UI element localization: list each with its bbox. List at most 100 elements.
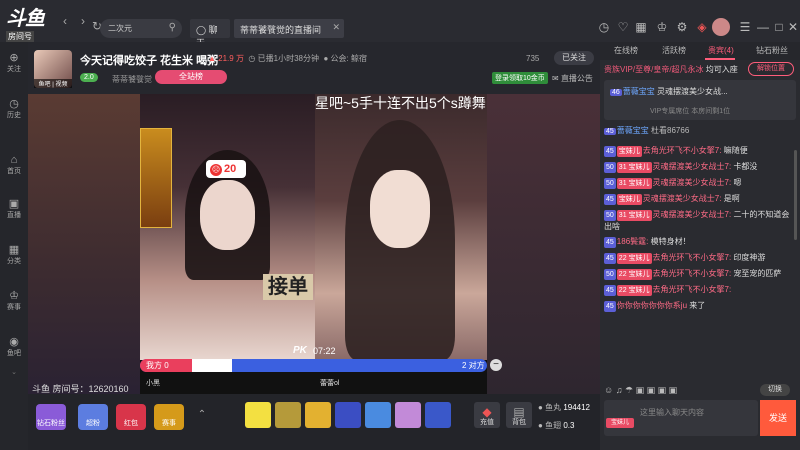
gift-item[interactable] bbox=[245, 402, 271, 428]
chat-scrollbar[interactable] bbox=[794, 150, 797, 240]
close-tab-icon[interactable]: ✕ bbox=[332, 22, 340, 33]
chat-user-name[interactable]: 灵魂摆渡美少女战士7: bbox=[653, 178, 732, 187]
chat-user-name[interactable]: 你你你你你你你系ju bbox=[617, 301, 687, 310]
fan-tag[interactable]: 宝妹儿 bbox=[606, 418, 634, 428]
chat-message[interactable]: 45 你你你你你你你系ju 来了 bbox=[604, 298, 796, 314]
chat-user-name[interactable]: 去角光环飞不小女擎7: bbox=[653, 253, 732, 262]
fish-fin-value: 0.3 bbox=[563, 421, 575, 430]
sidebar-item-history[interactable]: ◷ 历史 bbox=[0, 98, 28, 120]
tab-diamond-fans[interactable]: 钻石粉丝 bbox=[756, 45, 788, 56]
tab-live-room[interactable]: 蒂蒂饕餮觉的直播间 ✕ bbox=[234, 19, 344, 38]
chat-message[interactable]: 45 宝妹儿 去角光环飞不小女擎7: 嘛随便 bbox=[604, 143, 796, 159]
speaker-icon[interactable]: ♫ bbox=[616, 385, 623, 395]
pinned-user[interactable]: 45 蔷薇宝宝 杜看86766 bbox=[604, 125, 689, 136]
tab-active-rank[interactable]: 活跃榜 bbox=[662, 45, 686, 56]
sidebar-label: 赛事 bbox=[7, 304, 21, 311]
chat-message[interactable]: 45 22 宝妹儿 去角光环飞不小女擎7: 印度神游 bbox=[604, 250, 796, 266]
clock-icon[interactable]: ◷ bbox=[597, 20, 611, 34]
tab-online-rank[interactable]: 在线榜 bbox=[614, 45, 638, 56]
douyu-logo[interactable]: 斗鱼 房间号 10519486 bbox=[6, 2, 50, 52]
chat-user-name[interactable]: 186鬓霆: bbox=[617, 237, 649, 246]
menu-icon[interactable]: ☰ bbox=[738, 20, 752, 34]
tab-room-label: 蒂蒂饕餮觉的直播间 bbox=[240, 25, 322, 35]
pk-minimize-button[interactable]: − bbox=[490, 359, 502, 371]
frame-icon[interactable]: ▣ bbox=[669, 385, 678, 395]
all-site-rank-button[interactable]: 全站榜 bbox=[155, 70, 227, 84]
forward-icon[interactable]: › bbox=[76, 14, 90, 28]
heart-icon[interactable]: ♡ bbox=[616, 20, 630, 34]
badge-icon[interactable]: ▣ bbox=[647, 385, 656, 395]
red-packet-label: 红包 bbox=[124, 420, 138, 427]
sidebar-item-events[interactable]: ♔ 赛事 bbox=[0, 290, 28, 312]
calendar-icon[interactable]: ▦ bbox=[634, 20, 648, 34]
close-window-icon[interactable]: ✕ bbox=[786, 20, 800, 34]
chat-user-name[interactable]: 灵魂摆渡美少女战士7: bbox=[653, 162, 732, 171]
chat-message[interactable]: 45 186鬓霆: 模特身材！ bbox=[604, 234, 796, 250]
level-badge: 45 bbox=[604, 301, 616, 312]
user-note: 杜看86766 bbox=[651, 126, 690, 135]
maximize-icon[interactable]: □ bbox=[772, 20, 786, 34]
chat-message[interactable]: 50 31 宝妹儿 灵魂摆渡美少女战士7: 二十的不知道会出啥 bbox=[604, 207, 796, 234]
gift-item[interactable] bbox=[305, 402, 331, 428]
gift-item[interactable] bbox=[395, 402, 421, 428]
gift-item[interactable] bbox=[335, 402, 361, 428]
follow-button[interactable]: 已关注 bbox=[554, 51, 594, 65]
chat-message[interactable]: 50 31 宝妹儿 灵魂摆渡美少女战士7: 嗯 bbox=[604, 175, 796, 191]
flame-icon: ▲ bbox=[208, 54, 216, 63]
sidebar-item-home[interactable]: ⌂ 首页 bbox=[0, 154, 28, 176]
stamp-icon[interactable]: ▣ bbox=[636, 385, 645, 395]
chevron-up-icon[interactable]: ⌃ bbox=[197, 402, 207, 428]
chat-message[interactable]: 45 宝妹儿 灵魂摆渡美少女战士7: 是啊 bbox=[604, 191, 796, 207]
chat-text: 卡都没 bbox=[733, 162, 758, 171]
switch-toggle[interactable]: 切换 bbox=[760, 384, 790, 396]
tab-chat[interactable]: ◯ 聊天 bbox=[190, 19, 230, 48]
emoji-icon[interactable]: ☺ bbox=[604, 385, 613, 395]
chat-user-name[interactable]: 灵魂摆渡美少女战士7: bbox=[653, 210, 732, 219]
clock-icon: ◷ bbox=[9, 98, 19, 110]
chat-message[interactable]: 45 22 宝妹儿 去角光环飞不小女擎7: bbox=[604, 282, 796, 298]
sidebar-label: 分类 bbox=[7, 258, 21, 265]
avatar-caption[interactable]: 鱼吧 | 视频 bbox=[34, 79, 72, 88]
vip-seat-entry[interactable]: 46 蔷薇宝宝 灵魂摆渡美少女战... bbox=[610, 86, 728, 97]
search-input[interactable]: 二次元 ⚲ bbox=[100, 19, 182, 38]
streamer-right-face bbox=[370, 170, 430, 248]
sad-face-icon: ☹ bbox=[210, 164, 222, 176]
vip-seat-remaining: VIP专属席位 本房间剩1位 bbox=[650, 108, 731, 115]
chat-user-name[interactable]: 去角光环飞不小女擎7: bbox=[653, 269, 732, 278]
gift-item[interactable] bbox=[365, 402, 391, 428]
sidebar-item-category[interactable]: ▦ 分类 bbox=[0, 244, 28, 266]
chat-user-name[interactable]: 去角光环飞不小女擎7: bbox=[653, 285, 732, 294]
gift-item[interactable] bbox=[275, 402, 301, 428]
level-badge: 45 bbox=[604, 128, 616, 135]
pk-our-score: 我方 0 bbox=[146, 361, 169, 370]
chevron-down-icon[interactable]: ⌄ bbox=[0, 368, 28, 376]
chat-input-placeholder[interactable]: 这里输入聊天内容 bbox=[640, 407, 704, 418]
noble-seat-info: 贵族VIP/至尊/皇帝/超凡永冰 均可入座 bbox=[604, 64, 738, 75]
right-user-name: 蕾蕾ol bbox=[320, 380, 340, 387]
sidebar-item-live[interactable]: ▣ 直播 bbox=[0, 198, 28, 220]
unlock-seat-button[interactable]: 解锁位置 bbox=[748, 62, 794, 76]
noble-text: 贵族VIP/至尊/皇帝/超凡永冰 bbox=[604, 65, 704, 74]
trophy-icon[interactable]: ♔ bbox=[655, 20, 669, 34]
chat-message[interactable]: 50 22 宝妹儿 去角光环飞不小女擎7: 宠至宠的匹萨 bbox=[604, 266, 796, 282]
sidebar-item-follow[interactable]: ⊕ 关注 bbox=[0, 52, 28, 74]
announcement-link[interactable]: ✉ 直播公告 bbox=[552, 73, 593, 84]
back-icon[interactable]: ‹ bbox=[58, 14, 72, 28]
shield-icon[interactable]: ☂ bbox=[625, 385, 633, 395]
search-icon[interactable]: ⚲ bbox=[169, 22, 176, 33]
send-button[interactable]: 发送 bbox=[760, 400, 796, 436]
chat-user-name[interactable]: 灵魂摆渡美少女战士7: bbox=[643, 194, 722, 203]
login-reward-badge[interactable]: 登录领取10金币 bbox=[492, 72, 548, 84]
chat-message[interactable]: 50 31 宝妹儿 灵魂摆渡美少女战士7: 卡都没 bbox=[604, 159, 796, 175]
chat-user-name[interactable]: 去角光环飞不小女擎7: bbox=[643, 146, 722, 155]
gift-item[interactable] bbox=[425, 402, 451, 428]
card-icon[interactable]: ▣ bbox=[658, 385, 667, 395]
anchor-name[interactable]: 蒂蒂饕餮觉 bbox=[112, 74, 152, 85]
settings-icon[interactable]: ⚙ bbox=[675, 20, 689, 34]
gift-icon[interactable]: ◈ bbox=[695, 20, 709, 34]
tab-vip[interactable]: 贵宾(4) bbox=[708, 45, 734, 56]
chat-text: 来了 bbox=[689, 301, 706, 310]
user-avatar[interactable] bbox=[712, 18, 730, 36]
minimize-icon[interactable]: — bbox=[756, 20, 770, 34]
sidebar-item-fishbar[interactable]: ◉ 鱼吧 bbox=[0, 336, 28, 358]
